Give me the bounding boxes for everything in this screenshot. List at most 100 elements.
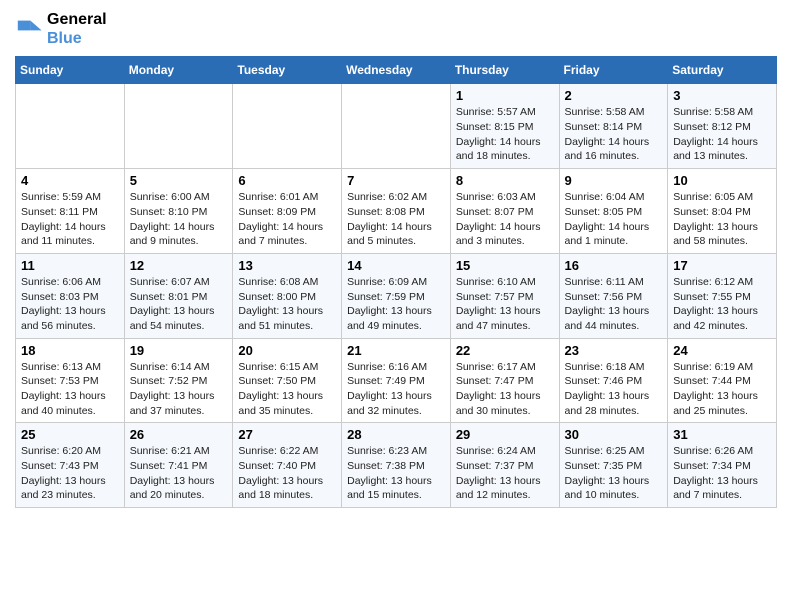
day-info: Sunrise: 6:06 AM Sunset: 8:03 PM Dayligh…	[21, 275, 119, 334]
day-number: 18	[21, 343, 119, 358]
week-row-4: 18 Sunrise: 6:13 AM Sunset: 7:53 PM Dayli…	[16, 338, 777, 423]
calendar-cell	[16, 84, 125, 169]
day-info: Sunrise: 6:19 AM Sunset: 7:44 PM Dayligh…	[673, 360, 771, 419]
day-number: 5	[130, 173, 228, 188]
day-number: 27	[238, 427, 336, 442]
day-info: Sunrise: 6:10 AM Sunset: 7:57 PM Dayligh…	[456, 275, 554, 334]
day-info: Sunrise: 6:07 AM Sunset: 8:01 PM Dayligh…	[130, 275, 228, 334]
week-row-3: 11 Sunrise: 6:06 AM Sunset: 8:03 PM Dayli…	[16, 253, 777, 338]
day-number: 7	[347, 173, 445, 188]
day-info: Sunrise: 5:58 AM Sunset: 8:14 PM Dayligh…	[565, 105, 663, 164]
calendar-cell: 10Sunrise: 6:05 AM Sunset: 8:04 PM Dayli…	[668, 169, 777, 254]
weekday-header-thursday: Thursday	[450, 57, 559, 84]
day-info: Sunrise: 6:22 AM Sunset: 7:40 PM Dayligh…	[238, 444, 336, 503]
day-info: Sunrise: 6:04 AM Sunset: 8:05 PM Dayligh…	[565, 190, 663, 249]
calendar-cell: 18 Sunrise: 6:13 AM Sunset: 7:53 PM Dayli…	[16, 338, 125, 423]
day-info: Sunrise: 6:20 AM Sunset: 7:43 PM Dayligh…	[21, 444, 119, 503]
calendar-cell: 13 Sunrise: 6:08 AM Sunset: 8:00 PM Dayli…	[233, 253, 342, 338]
calendar-cell: 12 Sunrise: 6:07 AM Sunset: 8:01 PM Dayli…	[124, 253, 233, 338]
calendar-cell: 21 Sunrise: 6:16 AM Sunset: 7:49 PM Dayli…	[342, 338, 451, 423]
day-info: Sunrise: 6:23 AM Sunset: 7:38 PM Dayligh…	[347, 444, 445, 503]
calendar-cell: 23 Sunrise: 6:18 AM Sunset: 7:46 PM Dayli…	[559, 338, 668, 423]
day-number: 16	[565, 258, 663, 273]
day-number: 29	[456, 427, 554, 442]
weekday-header-monday: Monday	[124, 57, 233, 84]
weekday-header-tuesday: Tuesday	[233, 57, 342, 84]
calendar-cell: 15 Sunrise: 6:10 AM Sunset: 7:57 PM Dayli…	[450, 253, 559, 338]
day-number: 9	[565, 173, 663, 188]
day-number: 19	[130, 343, 228, 358]
day-info: Sunrise: 5:59 AM Sunset: 8:11 PM Dayligh…	[21, 190, 119, 249]
day-info: Sunrise: 6:02 AM Sunset: 8:08 PM Dayligh…	[347, 190, 445, 249]
day-number: 30	[565, 427, 663, 442]
calendar-cell: 19Sunrise: 6:14 AM Sunset: 7:52 PM Dayli…	[124, 338, 233, 423]
day-info: Sunrise: 6:11 AM Sunset: 7:56 PM Dayligh…	[565, 275, 663, 334]
calendar-cell: 27 Sunrise: 6:22 AM Sunset: 7:40 PM Dayli…	[233, 423, 342, 508]
calendar-cell: 28 Sunrise: 6:23 AM Sunset: 7:38 PM Dayli…	[342, 423, 451, 508]
day-info: Sunrise: 6:03 AM Sunset: 8:07 PM Dayligh…	[456, 190, 554, 249]
week-row-2: 4 Sunrise: 5:59 AM Sunset: 8:11 PM Daylig…	[16, 169, 777, 254]
day-number: 26	[130, 427, 228, 442]
day-number: 1	[456, 88, 554, 103]
day-number: 11	[21, 258, 119, 273]
calendar-cell: 7 Sunrise: 6:02 AM Sunset: 8:08 PM Daylig…	[342, 169, 451, 254]
day-number: 2	[565, 88, 663, 103]
calendar-cell: 16 Sunrise: 6:11 AM Sunset: 7:56 PM Dayli…	[559, 253, 668, 338]
day-info: Sunrise: 6:12 AM Sunset: 7:55 PM Dayligh…	[673, 275, 771, 334]
day-number: 3	[673, 88, 771, 103]
calendar-cell: 14Sunrise: 6:09 AM Sunset: 7:59 PM Dayli…	[342, 253, 451, 338]
day-number: 23	[565, 343, 663, 358]
logo: General Blue	[15, 10, 107, 48]
day-number: 15	[456, 258, 554, 273]
calendar-cell: 11 Sunrise: 6:06 AM Sunset: 8:03 PM Dayli…	[16, 253, 125, 338]
calendar-cell: 31Sunrise: 6:26 AM Sunset: 7:34 PM Dayli…	[668, 423, 777, 508]
day-info: Sunrise: 6:09 AM Sunset: 7:59 PM Dayligh…	[347, 275, 445, 334]
day-info: Sunrise: 5:57 AM Sunset: 8:15 PM Dayligh…	[456, 105, 554, 164]
day-number: 6	[238, 173, 336, 188]
day-info: Sunrise: 6:00 AM Sunset: 8:10 PM Dayligh…	[130, 190, 228, 249]
logo-icon	[15, 15, 43, 43]
day-number: 12	[130, 258, 228, 273]
calendar-table: SundayMondayTuesdayWednesdayThursdayFrid…	[15, 56, 777, 508]
weekday-header-row: SundayMondayTuesdayWednesdayThursdayFrid…	[16, 57, 777, 84]
day-number: 20	[238, 343, 336, 358]
calendar-cell: 20 Sunrise: 6:15 AM Sunset: 7:50 PM Dayli…	[233, 338, 342, 423]
day-number: 10	[673, 173, 771, 188]
calendar-cell: 26Sunrise: 6:21 AM Sunset: 7:41 PM Dayli…	[124, 423, 233, 508]
day-info: Sunrise: 6:13 AM Sunset: 7:53 PM Dayligh…	[21, 360, 119, 419]
calendar-cell: 2 Sunrise: 5:58 AM Sunset: 8:14 PM Daylig…	[559, 84, 668, 169]
calendar-cell: 17Sunrise: 6:12 AM Sunset: 7:55 PM Dayli…	[668, 253, 777, 338]
calendar-cell: 30Sunrise: 6:25 AM Sunset: 7:35 PM Dayli…	[559, 423, 668, 508]
calendar-cell: 4 Sunrise: 5:59 AM Sunset: 8:11 PM Daylig…	[16, 169, 125, 254]
day-number: 13	[238, 258, 336, 273]
day-info: Sunrise: 6:24 AM Sunset: 7:37 PM Dayligh…	[456, 444, 554, 503]
week-row-5: 25 Sunrise: 6:20 AM Sunset: 7:43 PM Dayli…	[16, 423, 777, 508]
calendar-cell: 3 Sunrise: 5:58 AM Sunset: 8:12 PM Daylig…	[668, 84, 777, 169]
day-number: 22	[456, 343, 554, 358]
calendar-cell: 5 Sunrise: 6:00 AM Sunset: 8:10 PM Daylig…	[124, 169, 233, 254]
calendar-cell	[124, 84, 233, 169]
calendar-cell: 25 Sunrise: 6:20 AM Sunset: 7:43 PM Dayli…	[16, 423, 125, 508]
weekday-header-saturday: Saturday	[668, 57, 777, 84]
day-info: Sunrise: 6:16 AM Sunset: 7:49 PM Dayligh…	[347, 360, 445, 419]
day-number: 24	[673, 343, 771, 358]
calendar-cell: 9 Sunrise: 6:04 AM Sunset: 8:05 PM Daylig…	[559, 169, 668, 254]
week-row-1: 1 Sunrise: 5:57 AM Sunset: 8:15 PM Daylig…	[16, 84, 777, 169]
calendar-cell: 22Sunrise: 6:17 AM Sunset: 7:47 PM Dayli…	[450, 338, 559, 423]
day-info: Sunrise: 6:18 AM Sunset: 7:46 PM Dayligh…	[565, 360, 663, 419]
day-number: 31	[673, 427, 771, 442]
day-number: 28	[347, 427, 445, 442]
day-info: Sunrise: 5:58 AM Sunset: 8:12 PM Dayligh…	[673, 105, 771, 164]
day-number: 25	[21, 427, 119, 442]
weekday-header-wednesday: Wednesday	[342, 57, 451, 84]
day-number: 8	[456, 173, 554, 188]
day-number: 21	[347, 343, 445, 358]
page-header: General Blue	[15, 10, 777, 48]
calendar-cell	[233, 84, 342, 169]
day-info: Sunrise: 6:15 AM Sunset: 7:50 PM Dayligh…	[238, 360, 336, 419]
day-info: Sunrise: 6:08 AM Sunset: 8:00 PM Dayligh…	[238, 275, 336, 334]
day-number: 4	[21, 173, 119, 188]
calendar-cell: 8 Sunrise: 6:03 AM Sunset: 8:07 PM Daylig…	[450, 169, 559, 254]
calendar-cell: 24 Sunrise: 6:19 AM Sunset: 7:44 PM Dayli…	[668, 338, 777, 423]
logo-text: General Blue	[47, 10, 107, 48]
